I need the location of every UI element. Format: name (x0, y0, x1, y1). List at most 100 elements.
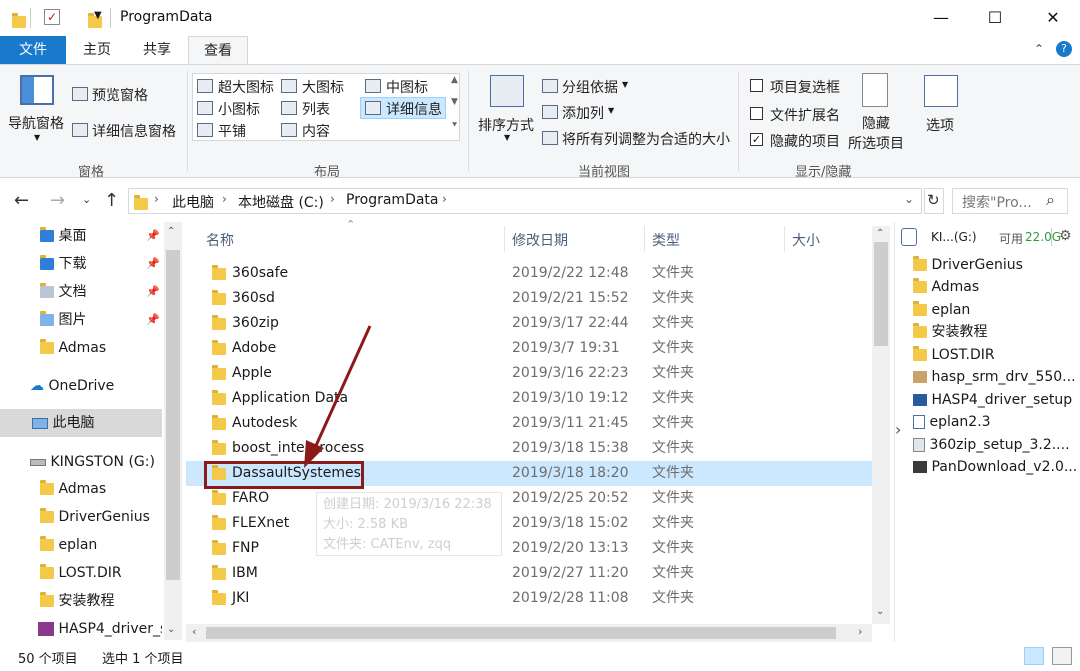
nav-item-eplan[interactable]: eplan (40, 531, 210, 559)
list-item[interactable]: HASP4_driver_setup (913, 389, 1072, 411)
pin-icon[interactable]: 📌 (146, 229, 160, 242)
hide-selected-line1[interactable]: 隐藏 (862, 113, 890, 133)
chevron-down-icon[interactable]: ▼ (504, 133, 510, 142)
layout-tiles[interactable]: 平铺 (218, 121, 246, 141)
table-row[interactable]: boost_interprocess 2019/3/18 15:38 文件夹 (186, 436, 872, 461)
address-dropdown-icon[interactable]: ⌄ (904, 192, 914, 206)
scroll-up-icon[interactable]: ⌃ (167, 226, 175, 237)
list-item[interactable]: PanDownload_v2.0... (913, 456, 1077, 478)
gallery-down-icon[interactable]: ▼ (451, 97, 458, 107)
chevron-down-icon[interactable]: ▼ (622, 80, 628, 89)
table-row[interactable]: IBM 2019/2/27 11:20 文件夹 (186, 561, 872, 586)
table-row[interactable]: Apple 2019/3/16 22:23 文件夹 (186, 361, 872, 386)
table-row[interactable]: Autodesk 2019/3/11 21:45 文件夹 (186, 411, 872, 436)
list-hscrollbar-thumb[interactable] (206, 627, 836, 639)
table-row[interactable]: FLEXnet 2019/3/18 15:02 文件夹 (186, 511, 872, 536)
scroll-right-icon[interactable]: › (858, 625, 862, 638)
layout-medium[interactable]: 中图标 (386, 77, 428, 97)
item-checkboxes-checkbox[interactable] (750, 79, 763, 92)
chevron-right-icon[interactable]: › (222, 192, 227, 206)
chevron-down-icon[interactable]: ▼ (608, 106, 614, 115)
pin-icon[interactable]: 📌 (146, 313, 160, 326)
list-item[interactable]: LOST.DIR (913, 344, 995, 366)
item-checkboxes-label[interactable]: 项目复选框 (770, 77, 840, 97)
scroll-down-icon[interactable]: ⌄ (876, 606, 884, 617)
column-date[interactable]: 修改日期 (512, 230, 568, 250)
file-extensions-checkbox[interactable] (750, 107, 763, 120)
list-item[interactable]: 安装教程 (913, 321, 987, 343)
nav-scrollbar-thumb[interactable] (166, 250, 180, 580)
up-icon[interactable]: ↑ (104, 190, 119, 211)
chevron-right-icon[interactable]: › (330, 192, 335, 206)
nav-item-desktop[interactable]: 桌面 (40, 222, 210, 250)
nav-item-drive-admas[interactable]: Admas (40, 475, 210, 503)
chevron-right-icon[interactable]: › (154, 192, 159, 206)
tab-view[interactable]: 查看 (188, 36, 248, 64)
properties-icon[interactable]: ✓ (44, 9, 60, 25)
hidden-items-label[interactable]: 隐藏的项目 (770, 131, 840, 151)
nav-item-drivergenius[interactable]: DriverGenius (40, 503, 210, 531)
layout-content[interactable]: 内容 (302, 121, 330, 141)
breadcrumb-programdata[interactable]: ProgramData (346, 192, 439, 208)
scroll-down-icon[interactable]: ⌄ (167, 624, 175, 635)
nav-item-hasp4[interactable]: HASP4_driver_s (38, 615, 162, 643)
table-row[interactable]: Application Data 2019/3/10 19:12 文件夹 (186, 386, 872, 411)
forward-icon[interactable]: → (50, 190, 65, 211)
list-item[interactable]: DriverGenius (913, 254, 1023, 276)
list-item[interactable]: eplan (913, 299, 970, 321)
fit-columns-button[interactable]: 将所有列调整为合适的大小 (562, 129, 730, 149)
recent-dropdown-icon[interactable]: ⌄ (82, 193, 91, 206)
table-row[interactable]: Adobe 2019/3/7 19:31 文件夹 (186, 336, 872, 361)
layout-large[interactable]: 大图标 (302, 77, 344, 97)
nav-item-documents[interactable]: 文档 (40, 278, 210, 306)
list-item[interactable]: eplan2.3 (913, 411, 991, 433)
table-row[interactable]: 360sd 2019/2/21 15:52 文件夹 (186, 286, 872, 311)
tab-share[interactable]: 共享 (130, 36, 184, 64)
nav-item-admas[interactable]: Admas (40, 334, 210, 362)
chevron-down-icon[interactable]: ▼ (34, 133, 40, 142)
table-row[interactable]: FARO 2019/2/25 20:52 文件夹 (186, 486, 872, 511)
list-item[interactable]: Admas (913, 276, 979, 298)
column-name[interactable]: 名称 (206, 230, 234, 250)
nav-pane-button[interactable]: 导航窗格 (8, 113, 64, 133)
group-by-button[interactable]: 分组依据 (562, 77, 618, 97)
options-button[interactable]: 选项 (926, 115, 954, 135)
layout-extra-large[interactable]: 超大图标 (218, 77, 274, 97)
nav-item-lostdir[interactable]: LOST.DIR (40, 559, 210, 587)
sort-by-button[interactable]: 排序方式 (478, 115, 534, 135)
qat-dropdown-icon[interactable]: ▼ (94, 10, 102, 21)
layout-small[interactable]: 小图标 (218, 99, 260, 119)
layout-list[interactable]: 列表 (302, 99, 330, 119)
back-icon[interactable]: ← (14, 190, 29, 211)
gear-icon[interactable]: ⚙ (1059, 228, 1072, 244)
hide-selected-line2[interactable]: 所选项目 (848, 133, 904, 153)
details-view-icon[interactable] (1024, 647, 1044, 665)
gallery-more-icon[interactable]: ⯆ (451, 121, 458, 131)
collapse-ribbon-icon[interactable]: ⌃ (1034, 42, 1044, 56)
add-column-button[interactable]: 添加列 (562, 103, 604, 123)
chevron-right-icon[interactable]: › (442, 192, 447, 206)
scroll-left-icon[interactable]: ‹ (192, 625, 196, 638)
tab-home[interactable]: 主页 (70, 36, 124, 64)
close-button[interactable]: ✕ (1030, 0, 1076, 36)
table-row[interactable]: 360safe 2019/2/22 12:48 文件夹 (186, 261, 872, 286)
list-item[interactable]: hasp_srm_drv_550... (913, 366, 1076, 388)
search-icon[interactable]: ⌕ (1046, 190, 1055, 210)
large-icons-view-icon[interactable] (1052, 647, 1072, 665)
expand-pane-icon[interactable]: › (895, 420, 901, 439)
nav-item-downloads[interactable]: 下载 (40, 250, 210, 278)
column-type[interactable]: 类型 (652, 230, 680, 250)
list-vscrollbar-thumb[interactable] (874, 242, 888, 346)
hidden-items-checkbox[interactable]: ✓ (750, 133, 763, 146)
help-icon[interactable]: ? (1056, 41, 1072, 57)
table-row[interactable]: 360zip 2019/3/17 22:44 文件夹 (186, 311, 872, 336)
maximize-button[interactable]: ☐ (972, 0, 1018, 36)
layout-details[interactable]: 详细信息 (386, 99, 442, 119)
list-item[interactable]: 360zip_setup_3.2.... (913, 434, 1070, 456)
preview-pane-button[interactable]: 预览窗格 (92, 85, 148, 105)
nav-item-install-guide[interactable]: 安装教程 (40, 587, 210, 615)
nav-item-pictures[interactable]: 图片 (40, 306, 210, 334)
details-pane-button[interactable]: 详细信息窗格 (92, 121, 176, 141)
file-extensions-label[interactable]: 文件扩展名 (770, 105, 840, 125)
breadcrumb-this-pc[interactable]: 此电脑 (172, 192, 214, 212)
